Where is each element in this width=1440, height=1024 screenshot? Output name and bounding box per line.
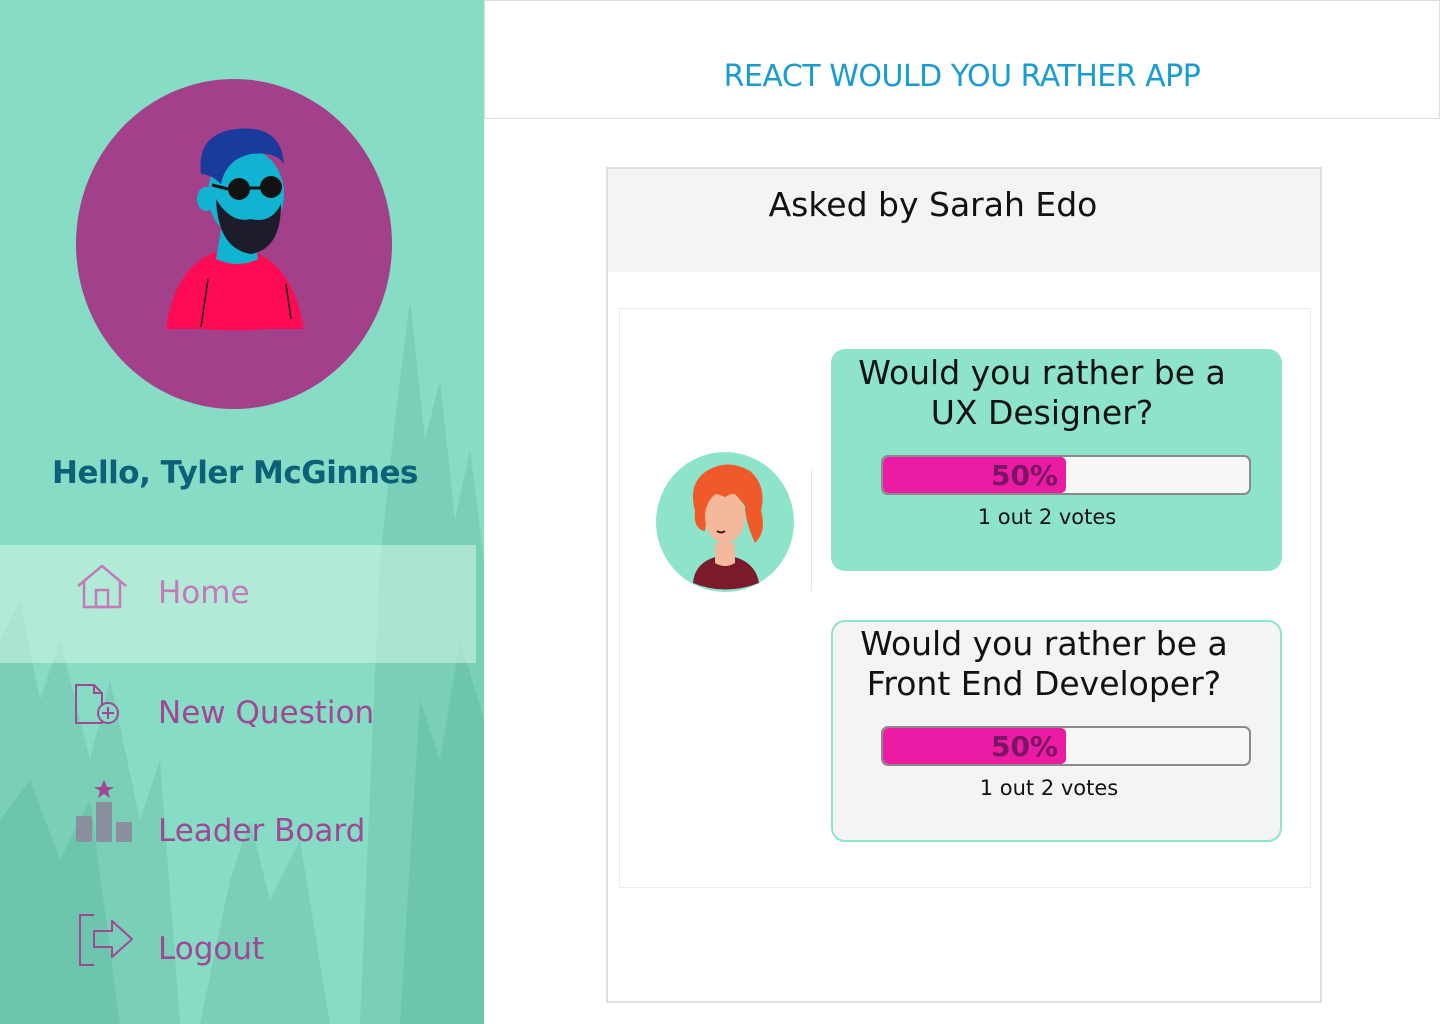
user-greeting: Hello, Tyler McGinnes <box>52 455 418 491</box>
option-text: Would you rather be a UX Designer? <box>858 353 1226 432</box>
sidebar-item-label: Home <box>158 575 250 611</box>
app-header: REACT WOULD YOU RATHER APP <box>484 0 1440 119</box>
asked-by-label: Asked by Sarah Edo <box>768 185 1098 224</box>
option-text: Would you rather be a Front End Develope… <box>860 624 1228 703</box>
progress-fill: 50% <box>883 728 1066 764</box>
sidebar-item-new-question[interactable]: New Question <box>0 663 476 781</box>
card-header: Asked by Sarah Edo <box>608 169 1320 272</box>
sidebar-item-label: New Question <box>158 695 375 731</box>
author-avatar <box>656 452 794 592</box>
user-avatar <box>76 79 392 409</box>
progress-bar: 50% <box>881 726 1251 766</box>
sidebar-item-leader-board[interactable]: Leader Board <box>0 780 476 899</box>
option-one: Would you rather be a UX Designer? 50% 1… <box>831 349 1282 571</box>
add-document-icon <box>75 684 119 724</box>
logout-icon <box>79 914 133 966</box>
percent-label: 50% <box>990 730 1058 763</box>
option-two: Would you rather be a Front End Develope… <box>831 620 1282 842</box>
sidebar-item-logout[interactable]: Logout <box>0 899 476 1017</box>
poll-results: Would you rather be a UX Designer? 50% 1… <box>619 308 1311 888</box>
divider <box>811 469 812 591</box>
percent-label: 50% <box>990 459 1058 492</box>
home-icon <box>77 564 127 609</box>
app-title: REACT WOULD YOU RATHER APP <box>723 59 1201 94</box>
sidebar: Hello, Tyler McGinnes Home New Question … <box>0 0 484 1024</box>
sidebar-item-label: Leader Board <box>158 813 366 849</box>
progress-fill: 50% <box>883 457 1066 493</box>
question-card: Asked by Sarah Edo Would you rather be a… <box>606 167 1322 1003</box>
sidebar-item-label: Logout <box>158 931 265 967</box>
vote-count: 1 out 2 votes <box>979 776 1119 800</box>
sidebar-item-home[interactable]: Home <box>0 545 476 663</box>
leaderboard-icon <box>76 780 132 842</box>
vote-count: 1 out 2 votes <box>977 505 1117 529</box>
progress-bar: 50% <box>881 455 1251 495</box>
